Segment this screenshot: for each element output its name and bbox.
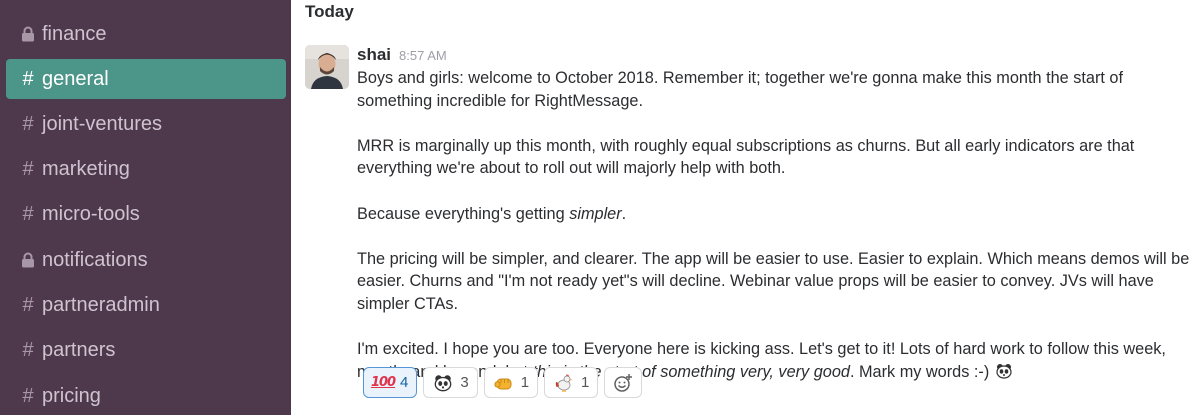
fist-icon xyxy=(493,373,515,393)
message-paragraph: The pricing will be simpler, and clearer… xyxy=(357,249,1190,313)
reaction-count: 3 xyxy=(460,374,469,391)
sidebar-item-joint-ventures[interactable]: # joint-ventures xyxy=(6,104,286,144)
lock-icon xyxy=(18,252,38,268)
channel-name: general xyxy=(42,67,109,90)
reaction-rooster[interactable]: 1 xyxy=(544,367,599,398)
hash-icon: # xyxy=(22,67,34,90)
emphasis-text: simpler xyxy=(569,204,622,223)
sidebar-item-general[interactable]: # general xyxy=(6,59,286,99)
text-span: Because everything's getting xyxy=(357,204,570,223)
hash-icon: # xyxy=(22,338,34,361)
reaction-count: 1 xyxy=(581,374,590,391)
hash-icon: # xyxy=(22,112,34,135)
sidebar: finance # general # joint-ventures # mar… xyxy=(0,0,291,415)
add-reaction-button[interactable] xyxy=(604,367,643,398)
message-paragraph: Boys and girls: welcome to October 2018.… xyxy=(357,69,1123,110)
hash-icon: # xyxy=(22,157,34,180)
reactions-bar: 100 4 3 1 1 xyxy=(363,367,643,398)
rooster-icon xyxy=(553,373,575,393)
channel-name: finance xyxy=(42,22,107,45)
channel-name: micro-tools xyxy=(42,202,140,225)
message-timestamp[interactable]: 8:57 AM xyxy=(399,48,447,63)
sidebar-item-micro-tools[interactable]: # micro-tools xyxy=(6,194,286,234)
channel-name: notifications xyxy=(42,248,148,271)
100-icon: 100 xyxy=(370,375,396,390)
panda-icon xyxy=(994,362,1014,387)
message-body: Boys and girls: welcome to October 2018.… xyxy=(357,67,1197,386)
channel-name: partneradmin xyxy=(42,293,160,316)
reaction-panda[interactable]: 3 xyxy=(423,367,478,398)
sender-name[interactable]: shai xyxy=(357,45,391,65)
sidebar-item-notifications[interactable]: notifications xyxy=(6,240,286,280)
sidebar-item-pricing[interactable]: # pricing xyxy=(6,376,286,415)
message-paragraph: MRR is marginally up this month, with ro… xyxy=(357,136,1135,178)
hash-icon: # xyxy=(22,202,34,225)
text-span: . Mark my words :-) xyxy=(849,362,994,381)
text-span: . xyxy=(621,204,627,223)
reaction-fist[interactable]: 1 xyxy=(483,367,539,398)
sidebar-item-partneradmin[interactable]: # partneradmin xyxy=(6,285,286,325)
channel-name: pricing xyxy=(42,384,101,407)
hash-icon: # xyxy=(22,293,34,316)
panda-icon xyxy=(432,373,454,393)
message-header: shai 8:57 AM xyxy=(357,45,447,65)
message-pane: Today shai 8:57 AM Boys and girls: welco… xyxy=(291,0,1200,415)
channel-name: marketing xyxy=(42,157,130,180)
sidebar-item-partners[interactable]: # partners xyxy=(6,330,286,370)
sidebar-item-marketing[interactable]: # marketing xyxy=(6,149,286,189)
reaction-100[interactable]: 100 4 xyxy=(363,367,418,398)
channel-name: joint-ventures xyxy=(42,112,163,135)
add-emoji-icon xyxy=(612,373,634,393)
reaction-count: 4 xyxy=(400,374,409,391)
sidebar-item-finance[interactable]: finance xyxy=(6,14,286,54)
day-divider: Today xyxy=(305,2,354,21)
avatar[interactable] xyxy=(305,45,349,89)
channel-name: partners xyxy=(42,338,116,361)
message-paragraph: Because everything's getting simpler. xyxy=(357,203,1197,226)
hash-icon: # xyxy=(22,384,34,407)
reaction-count: 1 xyxy=(520,374,530,391)
lock-icon xyxy=(18,26,38,42)
